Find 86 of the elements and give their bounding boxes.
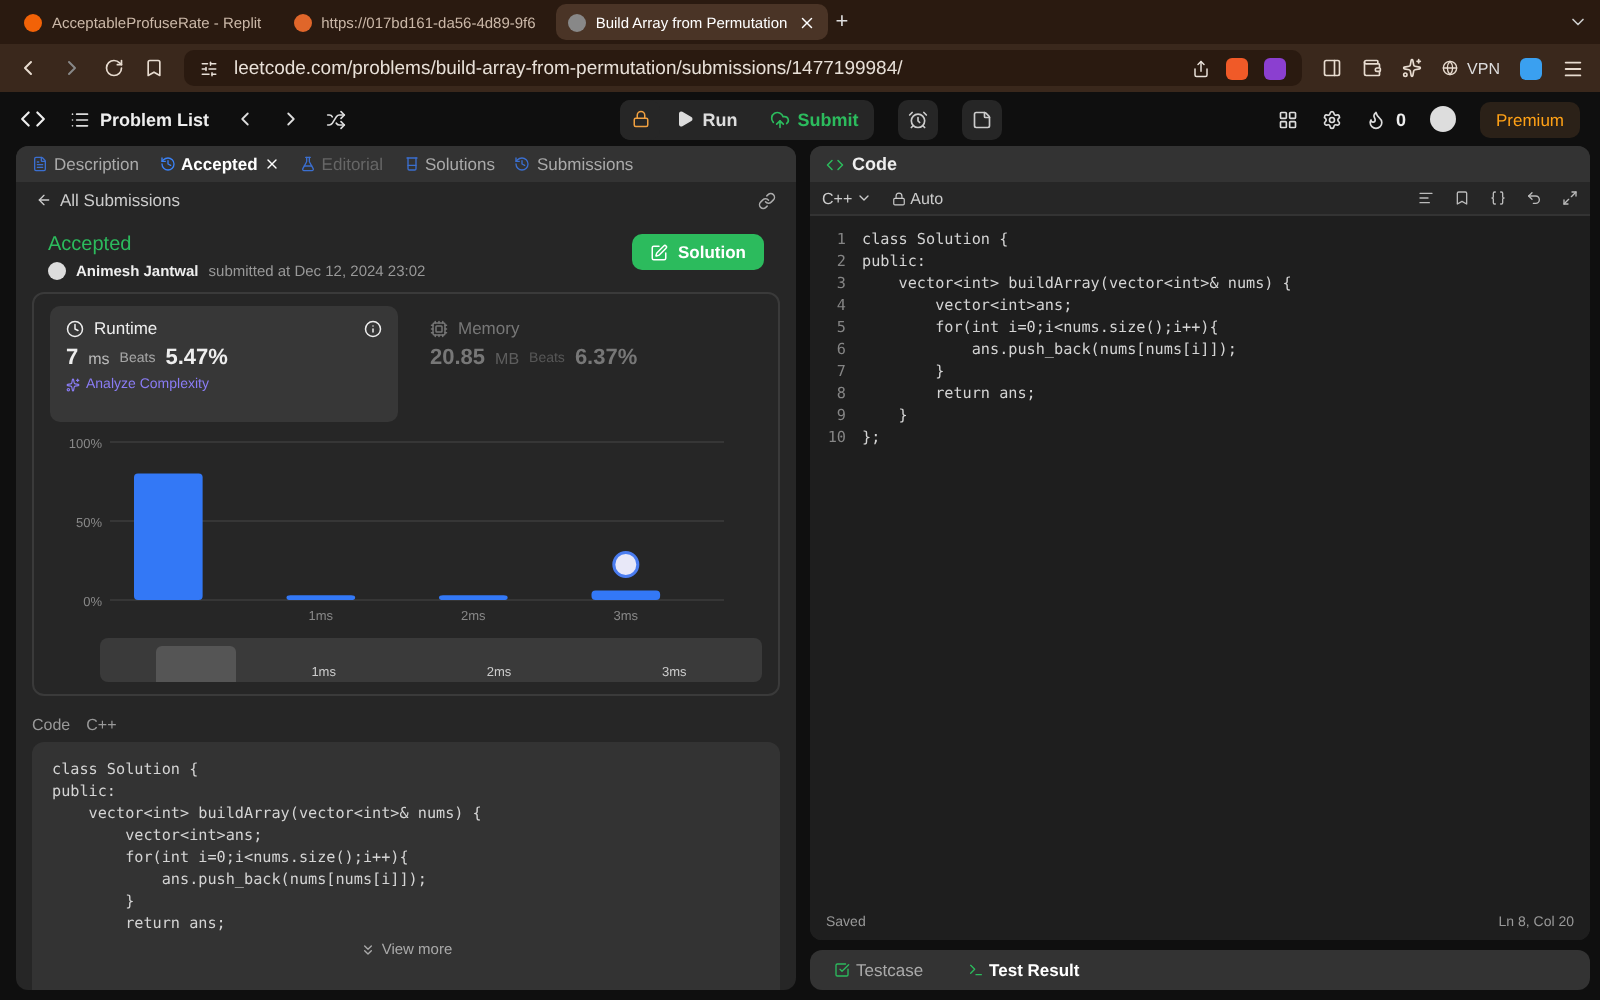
logo-icon[interactable] — [20, 106, 46, 132]
avatar[interactable] — [1430, 106, 1456, 132]
play-icon — [676, 110, 695, 128]
lock-icon — [892, 191, 907, 205]
tab-icon — [403, 156, 420, 172]
notes-button[interactable] — [962, 99, 1003, 139]
clock-icon — [66, 319, 84, 337]
mode-dropdown[interactable]: Auto — [892, 189, 944, 207]
panel-title: Code — [852, 154, 897, 174]
metric-value: 20.85 — [430, 346, 486, 370]
chip-icon — [430, 319, 448, 337]
terminal-icon — [967, 962, 984, 978]
expand-icon[interactable] — [1562, 190, 1578, 206]
close-icon[interactable] — [797, 13, 816, 31]
shuffle-icon[interactable] — [325, 109, 346, 129]
metric-title: Memory — [458, 318, 520, 338]
site-settings-icon[interactable] — [200, 59, 218, 77]
chevrons-down-icon — [359, 941, 376, 957]
code-icon — [826, 155, 844, 173]
alarm-clock-icon — [908, 109, 929, 129]
panel-tab[interactable]: Submissions — [510, 154, 638, 174]
wallet-icon[interactable] — [1361, 58, 1382, 78]
metric-value: 7 — [66, 346, 79, 370]
panel-tab[interactable]: Accepted — [155, 154, 284, 174]
status-label: Accepted — [48, 234, 134, 256]
reload-icon[interactable] — [104, 58, 124, 78]
chevron-down-icon — [856, 190, 873, 206]
arrow-left-icon — [36, 192, 52, 208]
braces-icon[interactable] — [1490, 190, 1506, 206]
tab-icon — [299, 156, 316, 172]
panel-tab[interactable]: Test Result — [955, 958, 1092, 982]
language-label: C++ — [86, 716, 117, 734]
submit-button[interactable]: Submit — [753, 99, 875, 139]
metric-title: Runtime — [94, 318, 158, 338]
format-icon[interactable] — [1418, 190, 1434, 206]
tab-icon — [159, 156, 176, 172]
tab-icon — [514, 156, 531, 172]
list-icon — [70, 109, 90, 129]
streak-count: 0 — [1395, 109, 1406, 129]
metric-unit: ms — [88, 349, 110, 367]
problem-list-link[interactable]: Problem List — [100, 109, 210, 129]
avatar-marker-icon — [612, 551, 640, 578]
address-bar[interactable]: leetcode.com/problems/build-array-from-permutation/submissions/1477199984/ — [184, 50, 1302, 86]
checkbox-icon — [834, 962, 850, 978]
favicon-icon — [567, 13, 586, 31]
link-icon[interactable] — [758, 191, 776, 209]
share-icon[interactable] — [1191, 59, 1210, 77]
run-button[interactable]: Run — [660, 99, 754, 139]
panel-tab[interactable]: Testcase — [822, 958, 936, 982]
metric-unit: MB — [495, 349, 520, 367]
avatar — [48, 262, 66, 280]
sparkle-icon — [66, 378, 80, 392]
beats-percent: 6.37% — [574, 346, 638, 370]
note-icon — [972, 109, 993, 129]
settings-icon[interactable] — [1321, 109, 1342, 129]
all-submissions-link[interactable]: All Submissions — [36, 190, 180, 210]
menu-icon[interactable] — [1562, 57, 1584, 79]
undo-icon[interactable] — [1526, 190, 1542, 206]
close-icon[interactable] — [263, 156, 280, 172]
vpn-button[interactable]: VPN — [1467, 59, 1500, 77]
favicon-icon — [24, 13, 42, 31]
flame-icon — [1365, 109, 1386, 129]
extension-icon[interactable] — [1520, 57, 1542, 79]
premium-button[interactable]: Premium — [1480, 101, 1581, 137]
timer-button[interactable] — [898, 99, 939, 139]
info-icon[interactable] — [364, 319, 382, 337]
cloud-upload-icon — [769, 109, 790, 129]
favicon-icon — [293, 13, 312, 31]
edit-icon — [650, 243, 668, 261]
lock-icon — [631, 110, 650, 128]
panel-tab[interactable]: Description — [28, 154, 144, 174]
language-dropdown[interactable]: C++ — [822, 189, 873, 207]
globe-icon — [1441, 60, 1458, 76]
layout-icon[interactable] — [1277, 109, 1298, 129]
panel-tab[interactable]: Solutions — [399, 154, 499, 174]
new-tab-button[interactable]: + — [835, 10, 849, 34]
chart-bar[interactable] — [591, 590, 661, 600]
code-label: Code — [32, 716, 71, 734]
bookmark-icon[interactable] — [1454, 190, 1470, 206]
beats-percent: 5.47% — [165, 346, 228, 370]
navigator-handle[interactable] — [156, 646, 236, 682]
tab-icon — [32, 156, 48, 172]
bookmark-icon[interactable] — [144, 58, 164, 78]
sidebar-icon[interactable] — [1321, 58, 1342, 78]
chart-bar[interactable] — [286, 595, 356, 600]
sparkle-icon[interactable] — [1401, 58, 1422, 78]
